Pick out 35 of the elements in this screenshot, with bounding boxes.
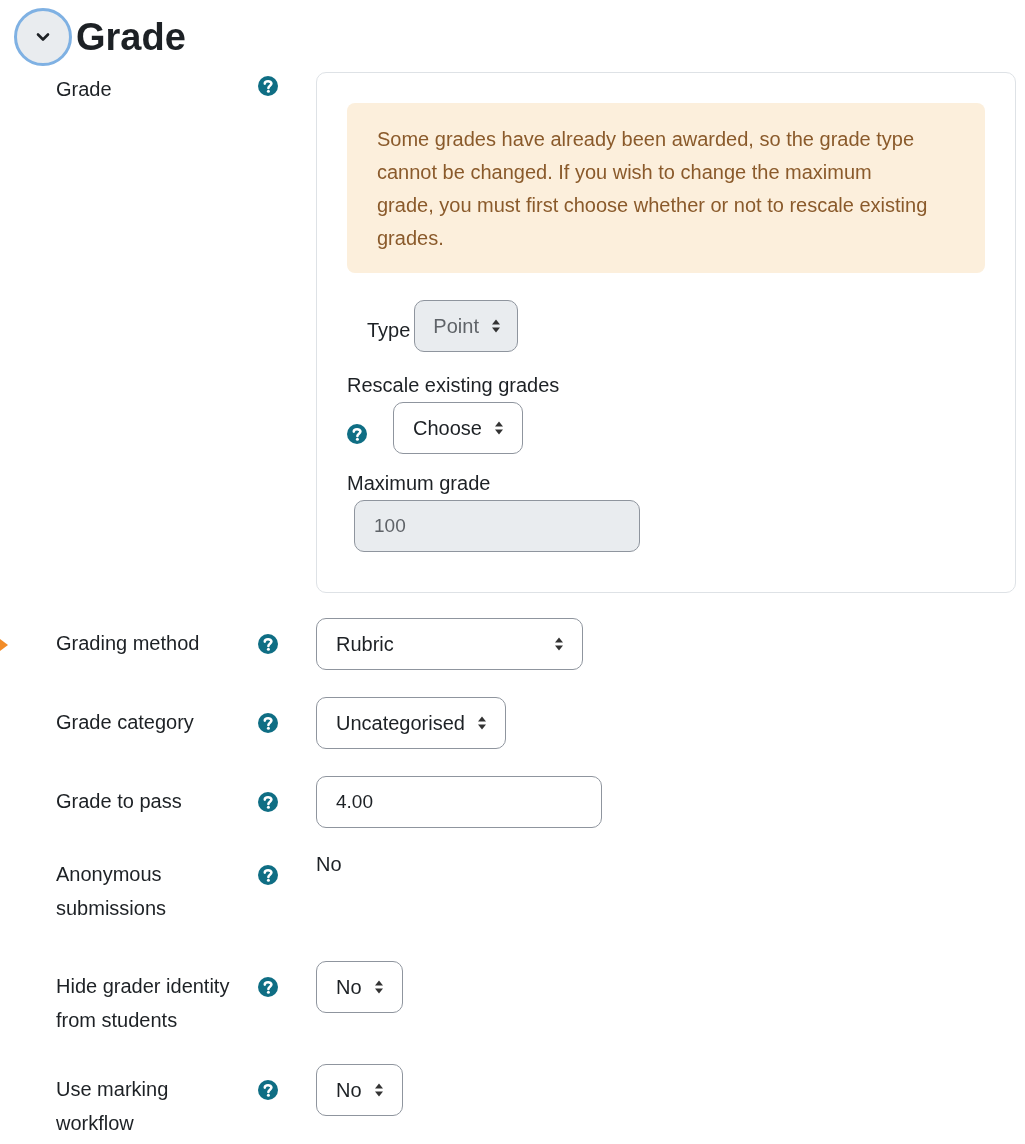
sort-caret-icon [373,979,384,995]
field-label: Rescale existing grades [347,374,561,397]
help-icon[interactable] [258,792,278,812]
field-label: Grade to pass [56,789,183,814]
help-icon[interactable] [258,977,278,997]
field-label: Grade category [56,710,195,735]
help-icon[interactable] [258,76,278,96]
help-icon[interactable] [258,1080,278,1100]
field-label: Maximum grade [347,472,492,495]
collapse-toggle-button[interactable] [14,8,72,66]
dropdown-select[interactable]: Uncategorised [316,697,506,749]
dropdown-select[interactable]: No [316,961,403,1013]
field-label: Hide grader identity from students [56,974,231,1033]
help-icon[interactable] [258,634,278,654]
field-label: Anonymous submissions [56,862,168,921]
sort-caret-icon [493,420,504,436]
field-label: Type [367,317,411,342]
sort-caret-icon [554,636,564,652]
help-icon[interactable] [347,424,367,444]
field-value: No [316,853,343,876]
field-label: Grading method [56,631,201,656]
dropdown-select[interactable]: Rubric [316,618,583,670]
sort-caret-icon [373,1082,384,1098]
field-label: Grade [56,77,113,102]
rescale-select[interactable]: Choose [393,402,523,454]
pointer-arrow-icon [0,639,8,651]
dropdown-select[interactable]: No [316,1064,403,1116]
text-field[interactable]: 4.00 [316,776,602,828]
help-icon[interactable] [258,713,278,733]
sort-caret-icon [490,318,501,334]
section-heading: Grade [76,15,186,59]
warning-notice: Some grades have already been awarded, so the grade type cannot be changed. If you wish to change the maximum grade, you must first choose whether or not to rescale existing grades. [347,103,985,273]
sort-caret-icon [476,715,487,731]
field-label: Use marking workflow [56,1077,170,1136]
help-icon[interactable] [258,865,278,885]
